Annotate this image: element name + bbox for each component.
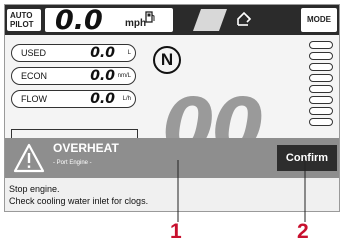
callout-lines: [177, 160, 306, 222]
callout-1: 1: [170, 220, 182, 243]
callout-2: 2: [297, 220, 309, 243]
